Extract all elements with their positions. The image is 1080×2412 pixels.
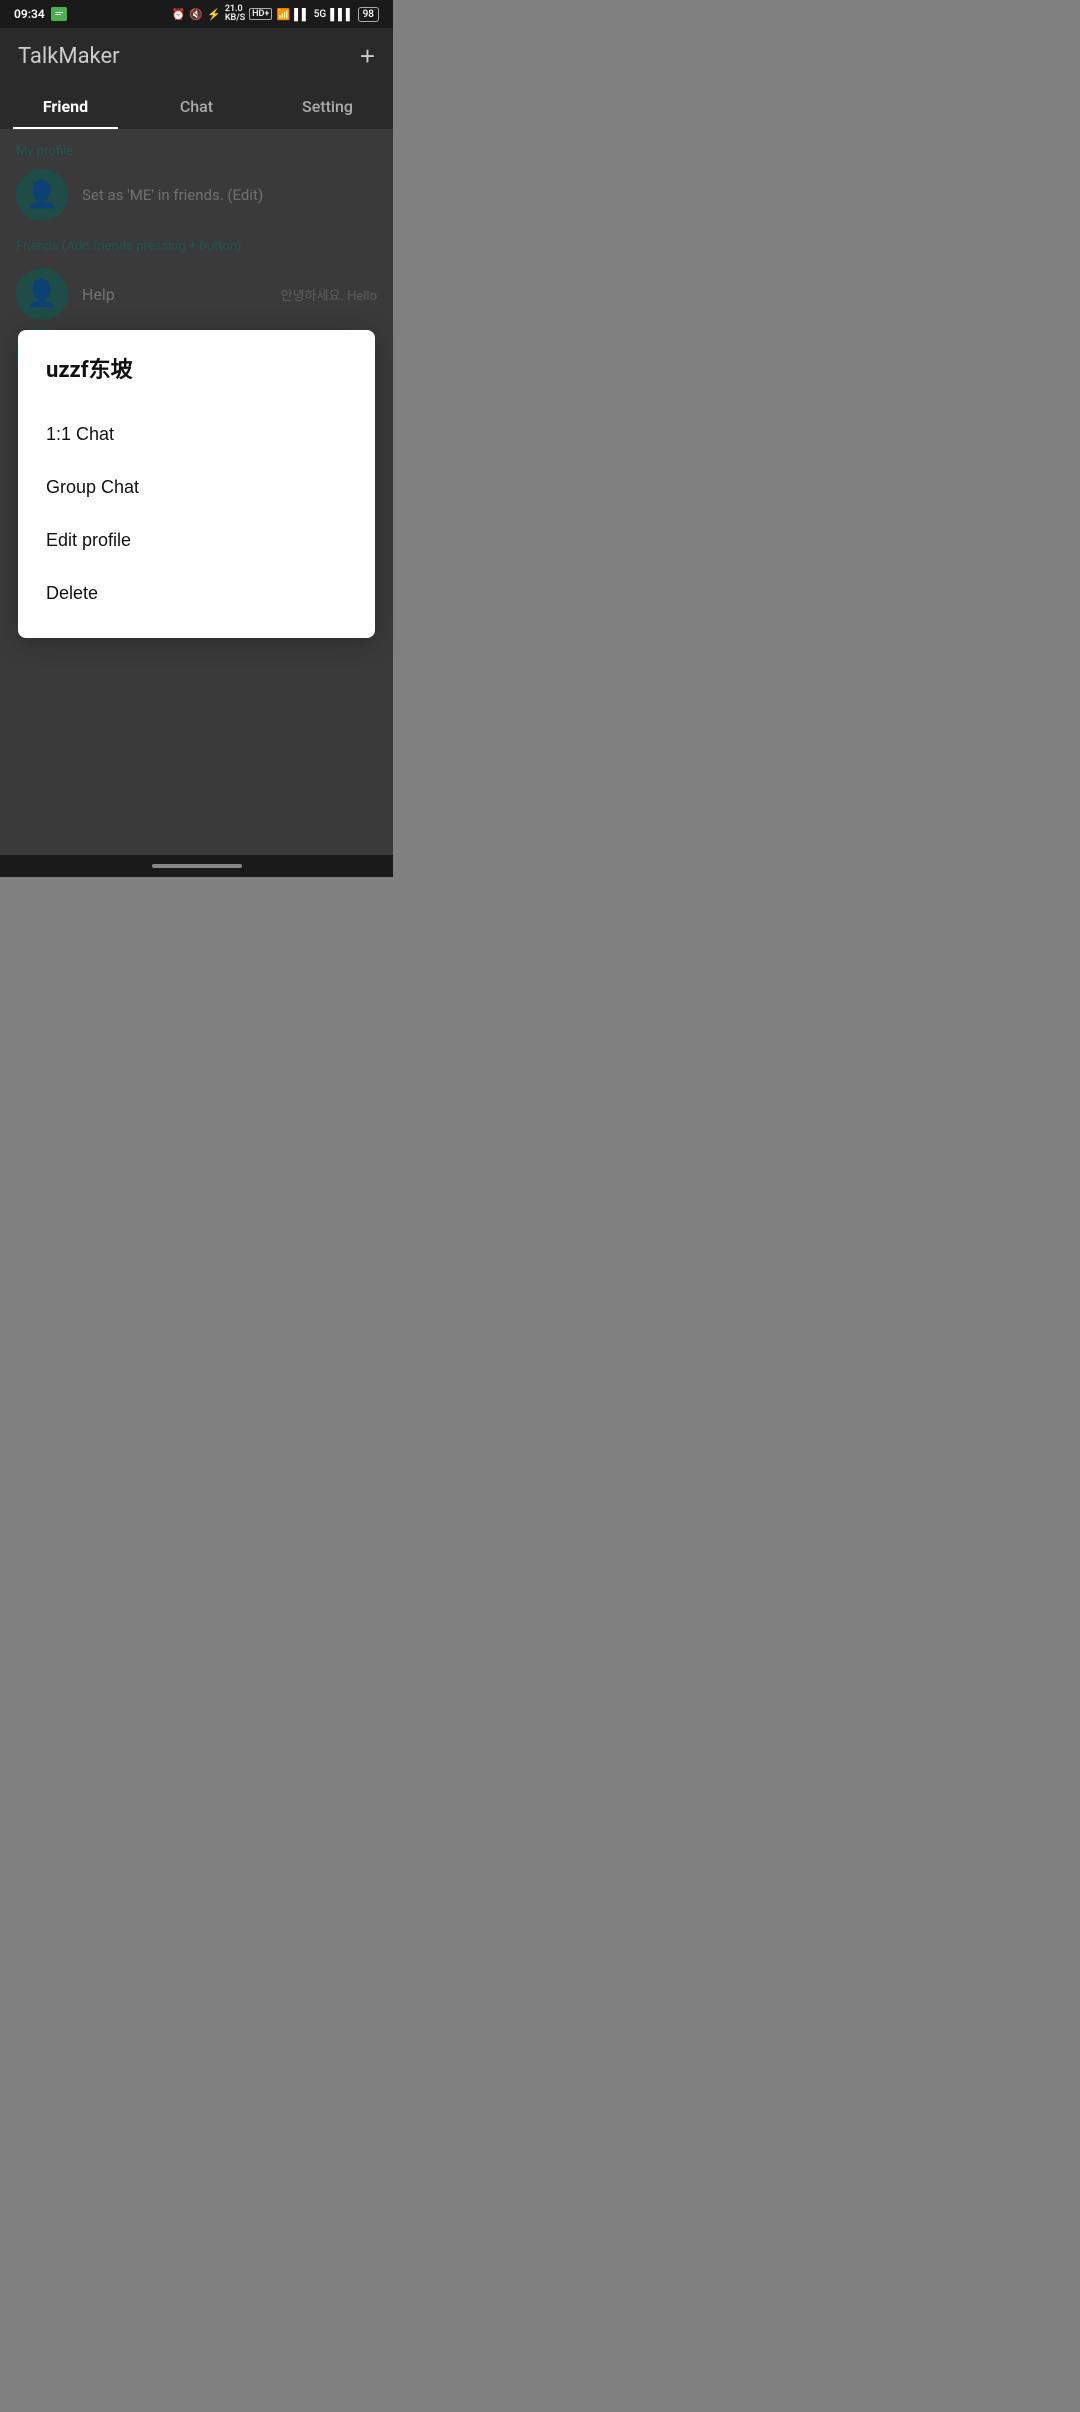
- add-button[interactable]: +: [360, 41, 375, 72]
- tab-friend[interactable]: Friend: [0, 84, 131, 129]
- signal-bars: ▌▌: [294, 8, 310, 21]
- context-menu-title: uzzf东坡: [46, 352, 347, 384]
- app-header: TalkMaker +: [0, 28, 393, 84]
- data-speed: 21.0KB/S: [225, 5, 245, 23]
- context-menu: uzzf东坡 1:1 Chat Group Chat Edit profile …: [18, 330, 375, 638]
- mute-icon: 🔇: [189, 8, 203, 21]
- bottom-bar: [0, 855, 393, 877]
- bottom-home-indicator: [152, 864, 242, 868]
- tab-chat[interactable]: Chat: [131, 84, 262, 129]
- 5g-icon: 5G: [314, 9, 327, 20]
- wifi-icon: 📶: [276, 8, 290, 21]
- hd-badge: HD+: [249, 8, 272, 20]
- status-icons: ⏰ 🔇 ⚡ 21.0KB/S HD+ 📶 ▌▌ 5G ▌▌▌ 98: [172, 5, 379, 23]
- main-content: My profile 👤 Set as 'ME' in friends. (Ed…: [0, 130, 393, 855]
- message-status-icon: [51, 7, 67, 21]
- app-title: TalkMaker: [18, 44, 120, 69]
- alarm-icon: ⏰: [172, 8, 186, 21]
- signal-bars-2: ▌▌▌: [330, 8, 353, 21]
- status-bar: 09:34 ⏰ 🔇 ⚡ 21.0KB/S HD+ 📶 ▌▌ 5G ▌▌▌ 98: [0, 0, 393, 28]
- menu-item-1on1-chat[interactable]: 1:1 Chat: [46, 408, 347, 461]
- tab-bar: Friend Chat Setting: [0, 84, 393, 130]
- battery-icon: 98: [358, 7, 379, 22]
- menu-item-edit-profile[interactable]: Edit profile: [46, 514, 347, 567]
- tab-setting[interactable]: Setting: [262, 84, 393, 129]
- status-time: 09:34: [14, 7, 45, 21]
- menu-item-group-chat[interactable]: Group Chat: [46, 461, 347, 514]
- menu-item-delete[interactable]: Delete: [46, 567, 347, 620]
- bluetooth-icon: ⚡: [207, 8, 221, 21]
